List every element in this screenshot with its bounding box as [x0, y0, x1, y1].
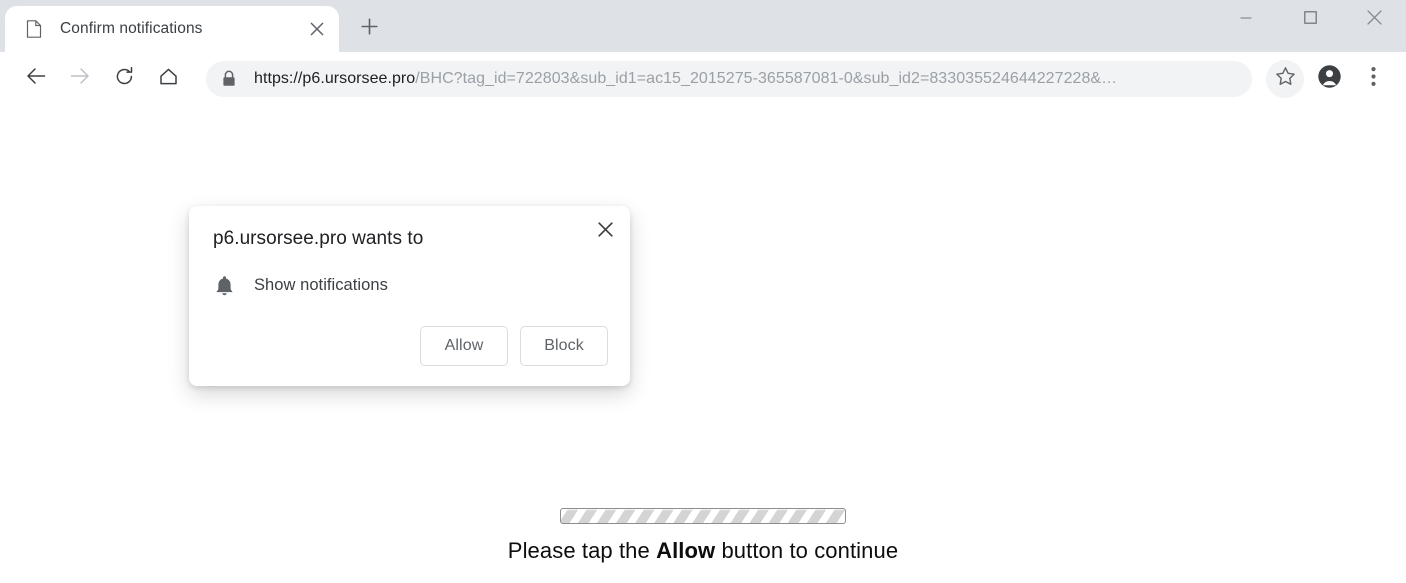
close-icon	[597, 222, 613, 242]
notification-permission-dialog: p6.ursorsee.pro wants to Show notificati…	[189, 206, 630, 386]
home-button[interactable]	[150, 61, 186, 97]
url-text: https://p6.ursorsee.pro/BHC?tag_id=72280…	[254, 70, 1240, 88]
more-vertical-icon	[1370, 66, 1376, 92]
loading-section: Please tap the Allow button to continue	[0, 508, 1406, 564]
maximize-button[interactable]	[1278, 0, 1342, 40]
avatar	[1317, 64, 1342, 94]
profile-button[interactable]	[1310, 60, 1348, 98]
browser-window: Confirm notifications https://p6.ursorse…	[0, 0, 1406, 583]
dialog-actions: Allow Block	[213, 325, 608, 366]
url-path: /BHC?tag_id=722803&sub_id1=ac15_2015275-…	[415, 69, 1118, 87]
arrow-right-icon	[69, 65, 91, 92]
dialog-close-button[interactable]	[589, 216, 621, 248]
address-bar[interactable]: https://p6.ursorsee.pro/BHC?tag_id=72280…	[206, 60, 1252, 97]
window-controls	[1214, 0, 1406, 40]
plus-icon	[360, 18, 378, 40]
new-tab-button[interactable]	[350, 10, 388, 48]
block-button[interactable]: Block	[520, 325, 608, 366]
forward-button[interactable]	[62, 61, 98, 97]
lock-icon	[222, 70, 238, 88]
instruction-emphasis: Allow	[656, 538, 716, 563]
page-content: Please tap the Allow button to continue …	[0, 105, 1406, 583]
close-icon[interactable]	[303, 15, 331, 43]
tab-strip: Confirm notifications	[0, 0, 1406, 52]
instruction-text: Please tap the Allow button to continue	[508, 538, 898, 564]
bookmark-button[interactable]	[1266, 59, 1304, 98]
page-icon	[25, 19, 43, 39]
back-button[interactable]	[18, 61, 54, 97]
url-origin: https://p6.ursorsee.pro	[254, 69, 416, 87]
progress-bar	[560, 508, 846, 524]
tab-title: Confirm notifications	[60, 20, 203, 37]
arrow-left-icon	[25, 65, 47, 92]
star-icon	[1275, 66, 1296, 92]
tab-confirm-notifications[interactable]: Confirm notifications	[5, 6, 339, 52]
reload-button[interactable]	[106, 61, 142, 97]
minimize-button[interactable]	[1214, 0, 1278, 40]
chrome-menu-button[interactable]	[1354, 60, 1392, 98]
home-icon	[158, 66, 179, 92]
toolbar-actions	[1260, 59, 1392, 98]
bell-icon	[213, 274, 235, 298]
minimize-icon	[1240, 11, 1252, 29]
allow-button[interactable]: Allow	[420, 325, 508, 366]
dialog-title: p6.ursorsee.pro wants to	[213, 228, 424, 249]
browser-toolbar: https://p6.ursorsee.pro/BHC?tag_id=72280…	[0, 52, 1406, 105]
close-icon	[1366, 10, 1382, 30]
close-window-button[interactable]	[1342, 0, 1406, 40]
permission-label: Show notifications	[254, 276, 388, 295]
instruction-suffix: button to continue	[715, 538, 899, 563]
instruction-prefix: Please tap the	[507, 538, 657, 563]
permission-row: Show notifications	[213, 274, 608, 298]
maximize-icon	[1303, 11, 1317, 29]
reload-icon	[114, 66, 135, 92]
